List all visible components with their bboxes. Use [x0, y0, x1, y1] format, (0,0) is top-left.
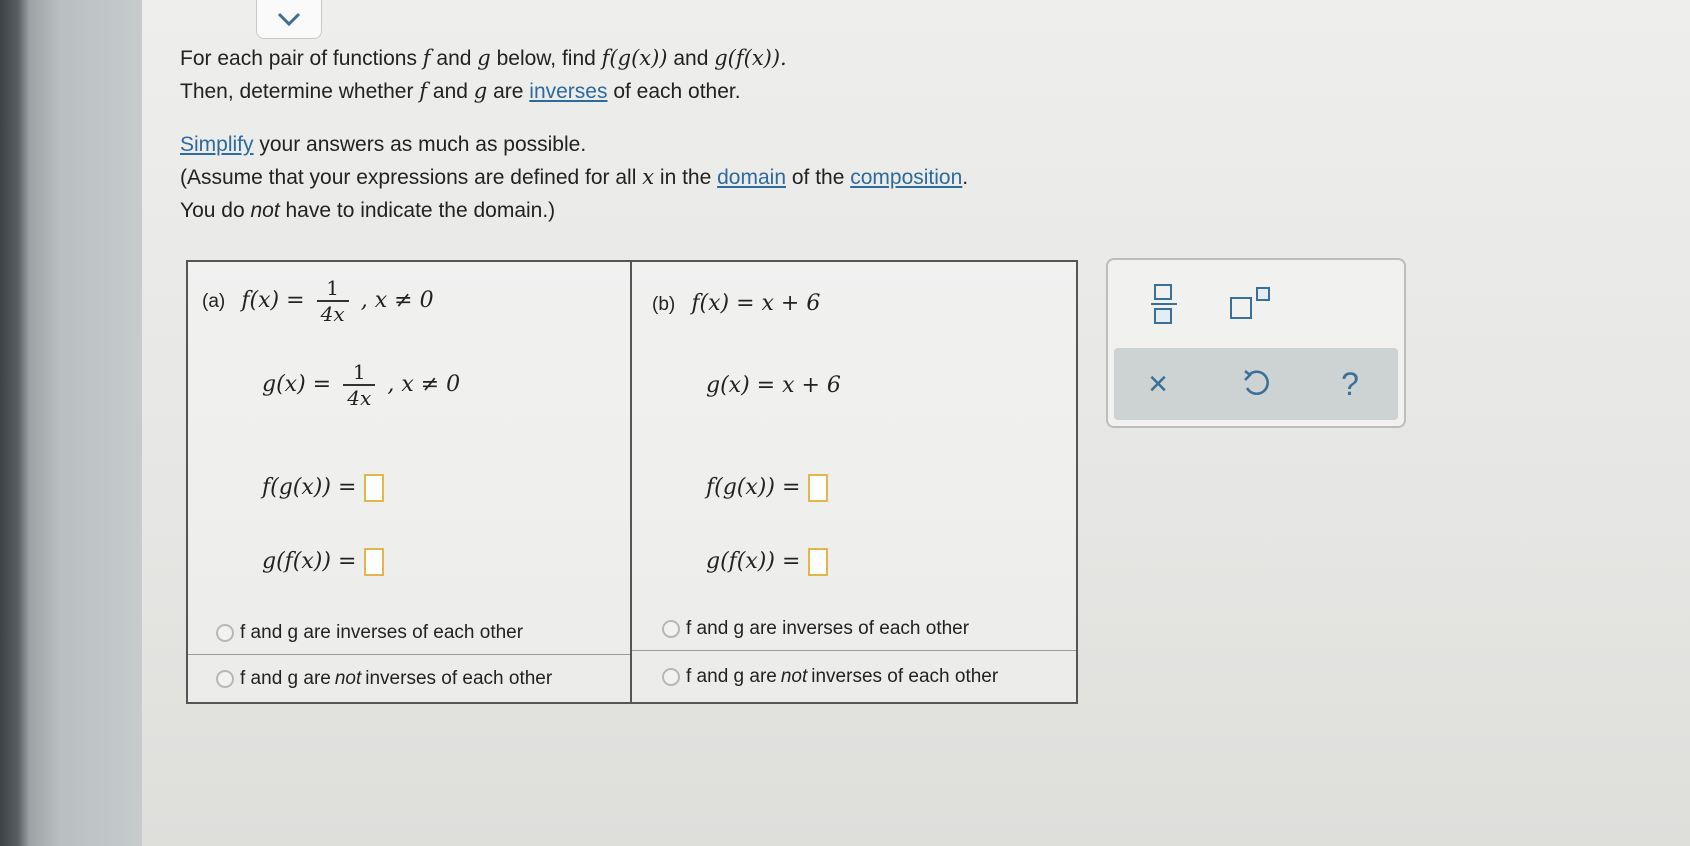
- column-divider: [630, 262, 632, 702]
- prompt-text: have to indicate the domain.): [279, 199, 556, 222]
- prompt-text: are: [487, 80, 530, 103]
- part-a-g-lhs: g(x) =: [262, 371, 332, 397]
- radio-button[interactable]: [662, 668, 680, 686]
- part-b-g-definition: g(x) = x + 6: [706, 372, 841, 398]
- part-b-g-expression: g(x) = x + 6: [706, 373, 841, 398]
- clear-icon: ×: [1148, 364, 1168, 403]
- prompt-text: below, find: [490, 47, 602, 70]
- prompt-line-1: For each pair of functions f and g below…: [180, 42, 968, 75]
- part-b-f-definition: (b) f(x) = x + 6: [652, 290, 820, 316]
- math-f: f: [419, 79, 428, 103]
- math-g: g: [477, 46, 491, 70]
- collapse-toggle[interactable]: [256, 0, 322, 39]
- option-label: f and g are: [240, 668, 331, 689]
- fraction-numerator: 1: [352, 360, 366, 384]
- part-a-fg-lhs: f(g(x)) =: [262, 475, 357, 500]
- part-b-fg-row: f(g(x)) =: [706, 474, 829, 503]
- part-b-f-expression: f(x) = x + 6: [691, 291, 821, 316]
- part-a-f-definition: (a) f(x) = 1 4x , x ≠ 0: [202, 276, 434, 326]
- part-a-gf-lhs: g(f(x)) =: [262, 549, 357, 574]
- radio-button[interactable]: [662, 620, 680, 638]
- math-g: g: [473, 79, 488, 103]
- part-b-fg-answer-input[interactable]: [808, 474, 829, 503]
- part-a-fg-row: f(g(x)) =: [262, 474, 385, 503]
- superscript-button[interactable]: [1226, 280, 1276, 328]
- fraction-button[interactable]: [1144, 280, 1184, 328]
- prompt-text: and: [430, 47, 478, 70]
- prompt-text: Then, determine whether: [180, 80, 420, 103]
- part-a-f-lhs: f(x) =: [241, 287, 305, 313]
- math-f: f: [422, 46, 431, 70]
- row-divider: [632, 650, 1076, 651]
- prompt-text: For each pair of functions: [180, 47, 423, 70]
- option-emphasis: not: [780, 666, 808, 687]
- option-label: f and g are inverses of each other: [240, 622, 524, 643]
- inverses-link[interactable]: inverses: [529, 80, 607, 103]
- toolbar-actions: × ?: [1114, 348, 1398, 420]
- option-label: inverses of each other: [811, 666, 999, 687]
- prompt-text: your answers as much as possible.: [253, 133, 587, 156]
- radio-button[interactable]: [216, 670, 234, 688]
- question-prompt: For each pair of functions f and g below…: [180, 42, 968, 227]
- option-label: f and g are: [686, 666, 777, 687]
- prompt-text: and: [667, 47, 715, 70]
- part-b-gf-lhs: g(f(x)) =: [706, 549, 801, 574]
- prompt-line-5: You do not have to indicate the domain.): [180, 194, 968, 227]
- part-a-gf-row: g(f(x)) =: [262, 548, 385, 577]
- part-a-g-fraction: 1 4x: [343, 360, 376, 410]
- prompt-text: .: [962, 166, 969, 189]
- row-divider: [188, 654, 630, 655]
- prompt-text: of each other.: [607, 80, 741, 103]
- fraction-denominator: 4x: [316, 300, 349, 326]
- part-a-f-condition: , x ≠ 0: [360, 287, 434, 313]
- composition-link[interactable]: composition: [850, 166, 962, 189]
- prompt-text: (Assume that your expressions are define…: [180, 166, 643, 189]
- part-a-gf-answer-input[interactable]: [364, 548, 385, 577]
- part-b-option-inverses[interactable]: f and g are inverses of each other: [662, 618, 969, 640]
- option-emphasis: not: [334, 668, 362, 689]
- math-f-of-g: f(g(x)): [601, 46, 668, 70]
- simplify-link[interactable]: Simplify: [180, 133, 254, 156]
- domain-link[interactable]: domain: [717, 166, 786, 189]
- help-button[interactable]: ?: [1326, 360, 1374, 408]
- prompt-text: of the: [786, 166, 851, 189]
- part-a-g-definition: g(x) = 1 4x , x ≠ 0: [262, 360, 460, 410]
- option-label: inverses of each other: [365, 668, 553, 689]
- prompt-line-3: Simplify your answers as much as possibl…: [180, 128, 968, 161]
- chevron-down-icon: [277, 12, 301, 27]
- prompt-text: and: [427, 80, 474, 103]
- clear-button[interactable]: ×: [1134, 360, 1182, 408]
- radio-button[interactable]: [216, 624, 234, 642]
- answer-grid: (a) f(x) = 1 4x , x ≠ 0 g(x) = 1 4x , x …: [186, 260, 1078, 704]
- left-panel: [0, 0, 142, 846]
- part-a-fg-answer-input[interactable]: [364, 474, 385, 503]
- part-b-label: (b): [652, 294, 676, 315]
- prompt-text: in the: [654, 166, 718, 189]
- part-a-label: (a): [202, 290, 226, 312]
- part-b-gf-row: g(f(x)) =: [706, 548, 829, 577]
- math-x: x: [642, 165, 655, 189]
- prompt-line-4: (Assume that your expressions are define…: [180, 161, 968, 194]
- part-b-fg-lhs: f(g(x)) =: [706, 475, 801, 500]
- help-icon: ?: [1341, 365, 1359, 402]
- undo-button[interactable]: [1232, 360, 1280, 408]
- fraction-denominator: 4x: [343, 384, 376, 410]
- part-a-g-condition: , x ≠ 0: [387, 371, 461, 397]
- math-g-of-f: g(f(x)).: [714, 46, 787, 70]
- option-label: f and g are inverses of each other: [686, 618, 970, 639]
- math-toolbar: × ?: [1106, 258, 1406, 428]
- part-a-option-not-inverses[interactable]: f and g are not inverses of each other: [216, 668, 552, 690]
- part-a-f-fraction: 1 4x: [316, 276, 349, 326]
- part-a-option-inverses[interactable]: f and g are inverses of each other: [216, 622, 523, 644]
- part-b-option-not-inverses[interactable]: f and g are not inverses of each other: [662, 666, 998, 688]
- fraction-numerator: 1: [326, 276, 340, 300]
- part-b-gf-answer-input[interactable]: [808, 548, 829, 577]
- fraction-icon: [1151, 284, 1177, 324]
- emphasis-not: not: [250, 199, 280, 222]
- superscript-icon: [1230, 287, 1270, 319]
- prompt-line-2: Then, determine whether f and g are inve…: [180, 75, 968, 108]
- undo-icon: [1244, 370, 1269, 395]
- prompt-text: You do: [180, 199, 251, 222]
